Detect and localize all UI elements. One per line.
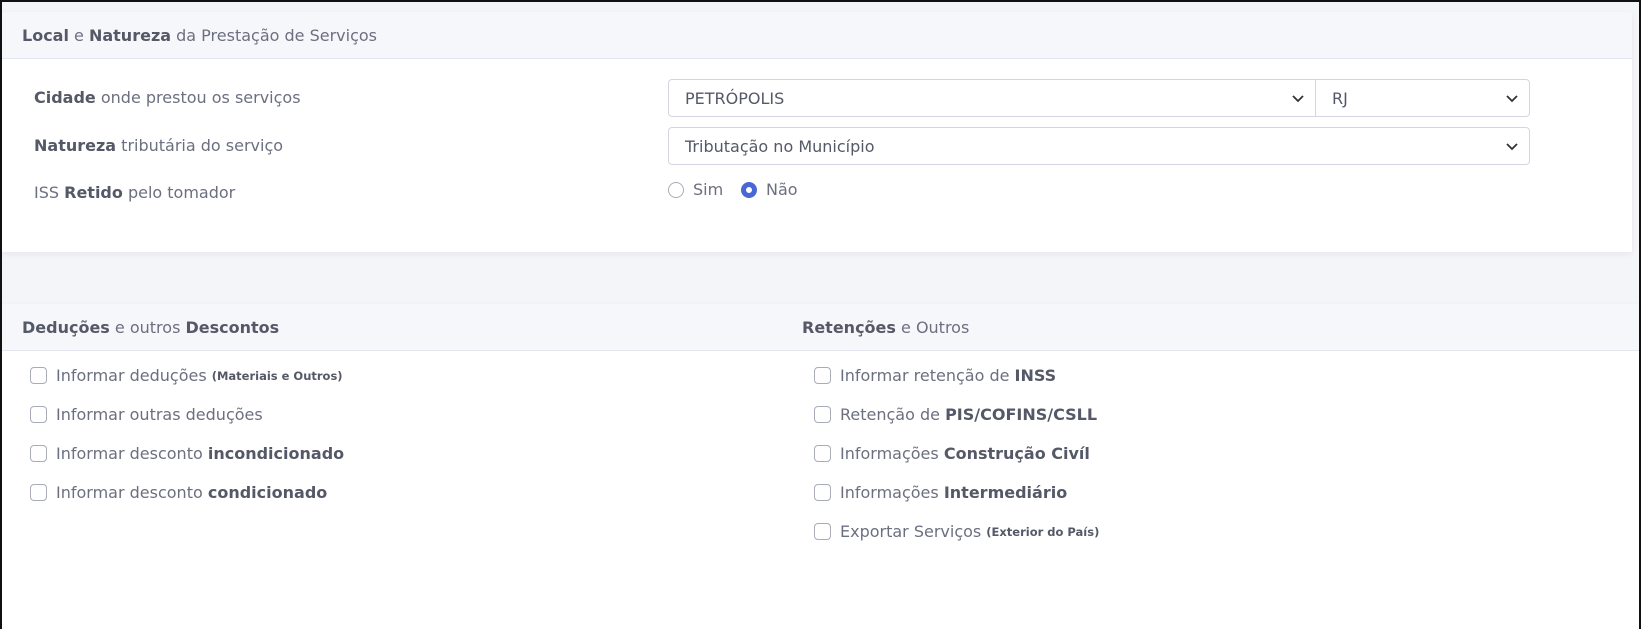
- radio-label-sim: Sim: [693, 180, 724, 199]
- checkbox-desconto-condicionado[interactable]: Informar desconto condicionado: [30, 483, 327, 502]
- chevron-down-icon: [1506, 95, 1518, 103]
- checkbox-label-bold: INSS: [1014, 366, 1057, 385]
- checkbox-label: Informar retenção de: [840, 366, 1010, 385]
- deducoes-retencoes-card: Deduções e outros Descontos Retenções e …: [2, 304, 1639, 629]
- checkbox-label-bold: PIS/COFINS/CSLL: [945, 405, 1098, 424]
- checkbox-label-bold: incondicionado: [207, 444, 345, 463]
- checkbox-box[interactable]: [30, 406, 47, 423]
- deducoes-retencoes-header: Deduções e outros Descontos Retenções e …: [2, 304, 1639, 351]
- deductions-title: Deduções e outros Descontos: [22, 317, 280, 337]
- checkbox-retencao-inss[interactable]: Informar retenção de INSS: [814, 366, 1056, 385]
- checkbox-box[interactable]: [814, 523, 831, 540]
- chevron-down-icon: [1292, 95, 1304, 103]
- checkbox-label-bold: condicionado: [207, 483, 328, 502]
- checkbox-desconto-incondicionado[interactable]: Informar desconto incondicionado: [30, 444, 344, 463]
- checkbox-box[interactable]: [30, 445, 47, 462]
- radio-circle[interactable]: [668, 181, 684, 198]
- checkbox-label: Informações: [840, 483, 939, 502]
- retentions-title: Retenções e Outros: [802, 317, 970, 337]
- city-select[interactable]: PETRÓPOLIS: [668, 79, 1316, 117]
- checkbox-note: (Materiais e Outros): [211, 368, 343, 383]
- checkbox-label: Informações: [840, 444, 939, 463]
- nature-select-value: Tributação no Município: [685, 136, 875, 156]
- checkbox-box[interactable]: [30, 367, 47, 384]
- checkbox-box[interactable]: [814, 367, 831, 384]
- checkbox-note: (Exterior do País): [986, 524, 1100, 539]
- section-title: Local e Natureza da Prestação de Serviço…: [22, 25, 378, 45]
- iss-radio-nao[interactable]: Não: [741, 180, 798, 199]
- checkbox-outras-deducoes[interactable]: Informar outras deduções: [30, 405, 263, 424]
- city-label: Cidade onde prestou os serviços: [34, 88, 301, 107]
- iss-label: ISS Retido pelo tomador: [34, 183, 236, 202]
- iss-radio-sim[interactable]: Sim: [668, 180, 723, 199]
- checkbox-retencao-pis-cofins-csll[interactable]: Retenção de PIS/COFINS/CSLL: [814, 405, 1097, 424]
- checkbox-exportar-servicos[interactable]: Exportar Serviços (Exterior do País): [814, 522, 1099, 541]
- radio-circle-selected[interactable]: [741, 181, 757, 198]
- checkbox-label: Informar deduções: [56, 366, 207, 385]
- city-select-value: PETRÓPOLIS: [685, 88, 785, 108]
- checkbox-intermediario[interactable]: Informações Intermediário: [814, 483, 1067, 502]
- nature-label: Natureza tributária do serviço: [34, 136, 284, 155]
- checkbox-label-bold: Construção Civíl: [943, 444, 1090, 463]
- radio-label-nao: Não: [766, 180, 798, 199]
- checkbox-construcao-civil[interactable]: Informações Construção Civíl: [814, 444, 1090, 463]
- checkbox-label: Informar desconto: [56, 444, 203, 463]
- checkbox-label-bold: Intermediário: [943, 483, 1068, 502]
- state-select[interactable]: RJ: [1315, 79, 1530, 117]
- chevron-down-icon: [1506, 143, 1518, 151]
- checkbox-box[interactable]: [814, 445, 831, 462]
- checkbox-label: Exportar Serviços: [840, 522, 982, 541]
- checkbox-informar-deducoes[interactable]: Informar deduções (Materiais e Outros): [30, 366, 343, 385]
- state-select-value: RJ: [1332, 88, 1348, 108]
- checkbox-label: Informar desconto: [56, 483, 203, 502]
- checkbox-box[interactable]: [814, 406, 831, 423]
- checkbox-box[interactable]: [30, 484, 47, 501]
- checkbox-label: Retenção de: [840, 405, 940, 424]
- nature-select[interactable]: Tributação no Município: [668, 127, 1530, 165]
- checkbox-box[interactable]: [814, 484, 831, 501]
- local-natureza-card: Local e Natureza da Prestação de Serviço…: [2, 12, 1632, 252]
- local-natureza-header: Local e Natureza da Prestação de Serviço…: [2, 12, 1632, 59]
- checkbox-label: Informar outras deduções: [56, 405, 263, 424]
